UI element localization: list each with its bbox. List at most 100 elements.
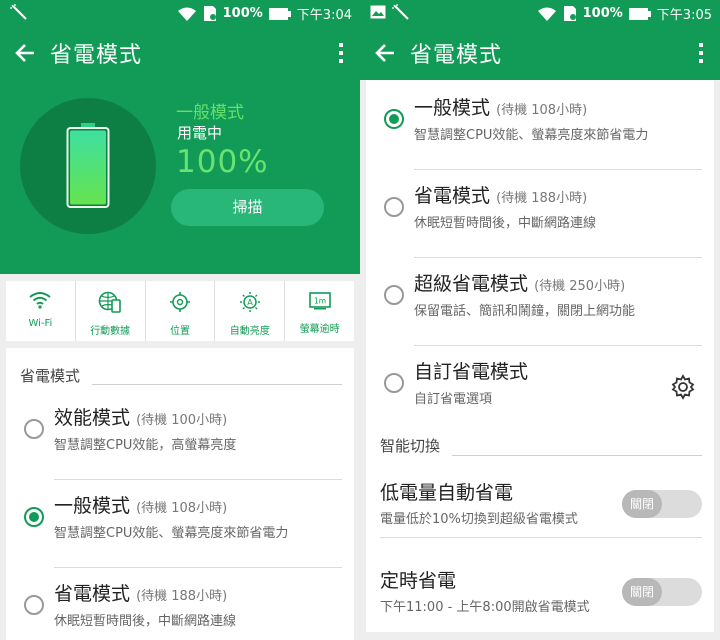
- low-battery-toggle[interactable]: 關閉: [622, 490, 702, 518]
- mode-title-group: 自訂省電模式: [414, 357, 528, 384]
- radio-button[interactable]: [384, 197, 404, 217]
- mode-option-performance[interactable]: 效能模式 (待機 100小時) 智慧調整CPU效能，高螢幕亮度: [6, 392, 354, 480]
- mode-title: 超級省電模式: [414, 273, 529, 295]
- mode-title-group: 一般模式 (待機 108小時): [414, 93, 587, 120]
- battery-hero: 一般模式 用電中 100% 掃描: [0, 80, 360, 274]
- screen-left: 100% 下午3:04 省電模式 一般模式 用電中 100% 掃描 Wi-Fi …: [0, 0, 360, 640]
- radio-button[interactable]: [24, 595, 44, 615]
- mode-option-power-saving[interactable]: 省電模式 (待機 188小時) 休眠短暫時間後，中斷網路連線: [366, 170, 714, 258]
- mode-standby-hint: (待機 188小時): [136, 589, 228, 604]
- mode-description: 自訂省電選項: [414, 392, 493, 407]
- power-mode-card: 省電模式 效能模式 (待機 100小時) 智慧調整CPU效能，高螢幕亮度 一般模…: [6, 348, 354, 640]
- radio-button[interactable]: [24, 419, 44, 439]
- scan-button[interactable]: 掃描: [171, 189, 324, 226]
- quick-location-label: 位置: [169, 326, 190, 337]
- mode-option-super-saving[interactable]: 超級省電模式 (待機 250小時) 保留電話、簡訊和鬧鐘，關閉上網功能: [366, 258, 714, 346]
- magic-wand-icon: [10, 4, 28, 20]
- mode-option-custom[interactable]: 自訂省電模式 自訂省電選項: [366, 346, 714, 434]
- mode-description: 智慧調整CPU效能、螢幕亮度來節省電力: [54, 526, 289, 541]
- mobile-data-icon: [98, 291, 122, 317]
- status-bar: 100% 下午3:05: [360, 0, 720, 26]
- sim-icon: [203, 5, 217, 22]
- mode-option-normal[interactable]: 一般模式 (待機 108小時) 智慧調整CPU效能、螢幕亮度來節省電力: [366, 82, 714, 170]
- mode-description: 休眠短暫時間後，中斷網路連線: [54, 614, 237, 629]
- scheduled-saving-row[interactable]: 定時省電 下午11:00 - 上午8:00開啟省電模式 關閉: [366, 554, 714, 626]
- section-divider: [92, 384, 342, 385]
- overflow-menu-icon[interactable]: [336, 41, 346, 65]
- battery-circle: [20, 98, 156, 234]
- section-divider: [452, 455, 702, 456]
- quick-auto-brightness[interactable]: A 自動亮度: [215, 281, 286, 341]
- current-mode-label: 一般模式: [176, 103, 244, 123]
- mode-description: 智慧調整CPU效能，高螢幕亮度: [54, 438, 237, 453]
- charging-status: 用電中: [177, 124, 223, 142]
- wifi-signal-icon: [177, 6, 197, 22]
- battery-percent-text: 100%: [222, 6, 263, 21]
- power-mode-card: 一般模式 (待機 108小時) 智慧調整CPU效能、螢幕亮度來節省電力 省電模式…: [366, 80, 714, 632]
- quick-location[interactable]: 位置: [146, 281, 216, 341]
- quick-mobile-data[interactable]: 行動數據: [76, 281, 146, 341]
- setting-description: 下午11:00 - 上午8:00開啟省電模式: [380, 600, 590, 615]
- wifi-signal-icon: [537, 6, 557, 22]
- mode-standby-hint: (待機 250小時): [534, 279, 626, 294]
- clock-text: 下午3:05: [656, 8, 712, 23]
- page-title: 省電模式: [50, 43, 143, 68]
- toggle-label: 關閉: [622, 490, 662, 518]
- battery-percentage: 100%: [176, 144, 269, 180]
- quick-auto-brightness-label: 自動亮度: [229, 326, 270, 337]
- battery-percent-text: 100%: [582, 6, 623, 21]
- mode-description: 休眠短暫時間後，中斷網路連線: [414, 216, 597, 231]
- quick-wifi[interactable]: Wi-Fi: [6, 281, 76, 341]
- auto-brightness-icon: A: [238, 291, 262, 317]
- section-header-smart-switch: 智能切換: [380, 437, 441, 455]
- mode-option-power-saving[interactable]: 省電模式 (待機 188小時) 休眠短暫時間後，中斷網路連線: [6, 568, 354, 640]
- mode-title: 一般模式: [54, 495, 131, 517]
- quick-screen-timeout[interactable]: 1m 螢幕逾時: [285, 281, 354, 341]
- radio-button[interactable]: [384, 373, 404, 393]
- radio-button[interactable]: [384, 285, 404, 305]
- toggle-label: 關閉: [622, 578, 662, 606]
- radio-button-selected[interactable]: [24, 507, 44, 527]
- mode-description: 智慧調整CPU效能、螢幕亮度來節省電力: [414, 128, 649, 143]
- mode-standby-hint: (待機 188小時): [496, 191, 588, 206]
- mode-title: 一般模式: [414, 97, 491, 119]
- screen-right: 100% 下午3:05 省電模式 一般模式 (待機 108小時) 智慧調整CPU…: [360, 0, 720, 640]
- mode-title-group: 超級省電模式 (待機 250小時): [414, 269, 625, 296]
- clock-text: 下午3:04: [296, 8, 352, 23]
- quick-settings-bar: Wi-Fi 行動數據 位置 A 自動亮度 1m 螢幕逾時: [6, 281, 354, 341]
- page-title: 省電模式: [410, 43, 503, 68]
- overflow-menu-icon[interactable]: [696, 41, 706, 65]
- battery-status-icon: [268, 7, 291, 21]
- mode-option-normal[interactable]: 一般模式 (待機 108小時) 智慧調整CPU效能、螢幕亮度來節省電力: [6, 480, 354, 568]
- gear-icon[interactable]: [670, 374, 696, 400]
- image-notification-icon: [370, 5, 386, 19]
- sim-icon: [563, 5, 577, 22]
- quick-wifi-label: Wi-Fi: [28, 318, 53, 329]
- svg-text:A: A: [247, 298, 253, 307]
- quick-mobile-data-label: 行動數據: [90, 326, 131, 337]
- setting-title: 定時省電: [380, 570, 457, 592]
- mode-title-group: 省電模式 (待機 188小時): [414, 181, 587, 208]
- setting-description: 電量低於10%切換到超級省電模式: [380, 512, 578, 527]
- mode-title: 效能模式: [54, 407, 131, 429]
- back-arrow-icon[interactable]: [12, 39, 40, 67]
- mode-title: 自訂省電模式: [414, 361, 529, 383]
- mode-standby-hint: (待機 108小時): [496, 103, 588, 118]
- low-battery-auto-saving-row[interactable]: 低電量自動省電 電量低於10%切換到超級省電模式 關閉: [366, 466, 714, 538]
- location-icon: [169, 291, 191, 317]
- back-arrow-icon[interactable]: [372, 39, 400, 67]
- mode-standby-hint: (待機 108小時): [136, 501, 228, 516]
- screen-timeout-badge: 1m: [314, 297, 326, 306]
- scheduled-saving-toggle[interactable]: 關閉: [622, 578, 702, 606]
- mode-title: 省電模式: [414, 185, 491, 207]
- setting-title: 低電量自動省電: [380, 482, 514, 504]
- status-bar: 100% 下午3:04: [0, 0, 360, 26]
- section-header-power-mode: 省電模式: [20, 367, 81, 385]
- mode-title-group: 一般模式 (待機 108小時): [54, 491, 227, 518]
- magic-wand-icon: [392, 4, 410, 20]
- mode-standby-hint: (待機 100小時): [136, 413, 228, 428]
- battery-status-icon: [628, 7, 651, 21]
- mode-title-group: 效能模式 (待機 100小時): [54, 403, 227, 430]
- mode-description: 保留電話、簡訊和鬧鐘，關閉上網功能: [414, 304, 636, 319]
- radio-button-selected[interactable]: [384, 109, 404, 129]
